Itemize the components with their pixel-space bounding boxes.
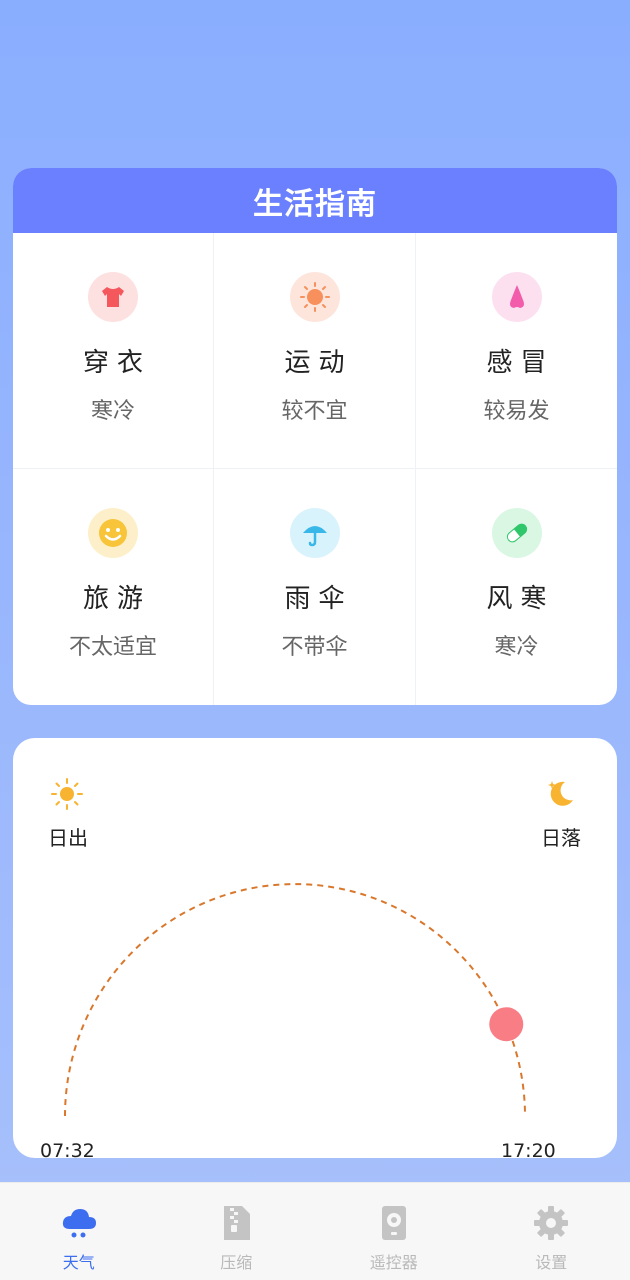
life-guide-card: 生活指南 穿衣 寒冷 运动 较不宜 感冒 较易发 旅游 不太适宜 雨伞 不带伞 … bbox=[13, 168, 617, 705]
tab-label: 压缩 bbox=[220, 1253, 253, 1272]
guide-item-title: 感冒 bbox=[486, 348, 555, 378]
life-guide-grid: 穿衣 寒冷 运动 较不宜 感冒 较易发 旅游 不太适宜 雨伞 不带伞 风寒 寒冷 bbox=[13, 233, 617, 705]
tab-settings[interactable]: 设置 bbox=[473, 1183, 630, 1280]
smile-icon bbox=[88, 508, 138, 558]
sun-position-marker bbox=[489, 1007, 524, 1042]
guide-item-cold[interactable]: 感冒 较易发 bbox=[416, 233, 617, 469]
gear-icon bbox=[534, 1206, 569, 1240]
guide-item-value: 较不宜 bbox=[281, 399, 348, 424]
guide-item-travel[interactable]: 旅游 不太适宜 bbox=[13, 469, 214, 705]
guide-item-sport[interactable]: 运动 较不宜 bbox=[214, 233, 416, 469]
shirt-icon bbox=[88, 272, 138, 322]
pill-icon bbox=[491, 508, 542, 558]
guide-item-value: 不太适宜 bbox=[68, 635, 157, 660]
remote-icon bbox=[381, 1206, 406, 1240]
sun-icon bbox=[289, 272, 340, 322]
cloud-icon bbox=[62, 1209, 96, 1238]
guide-item-clothing[interactable]: 穿衣 寒冷 bbox=[13, 233, 214, 469]
tab-label: 天气 bbox=[62, 1253, 95, 1272]
sunrise-sunset-card: 日出 日落 07:32 17:20 bbox=[13, 738, 617, 1162]
tab-label: 设置 bbox=[535, 1253, 568, 1272]
guide-item-value: 不带伞 bbox=[281, 635, 348, 660]
tab-label: 遥控器 bbox=[369, 1253, 418, 1272]
life-guide-title: 生活指南 bbox=[13, 168, 617, 233]
zip-file-icon bbox=[224, 1206, 251, 1240]
guide-item-title: 运动 bbox=[284, 348, 353, 378]
tab-weather[interactable]: 天气 bbox=[0, 1183, 158, 1280]
guide-item-title: 雨伞 bbox=[284, 584, 353, 614]
sunset-time: 17:20 bbox=[501, 1140, 556, 1162]
guide-item-umbrella[interactable]: 雨伞 不带伞 bbox=[214, 469, 416, 705]
guide-item-title: 穿衣 bbox=[82, 348, 151, 378]
umbrella-icon bbox=[289, 508, 340, 558]
sun-path-arc bbox=[64, 883, 526, 1117]
bottom-tab-bar: 天气 压缩 遥控器 设置 bbox=[0, 1182, 630, 1280]
tab-remote[interactable]: 遥控器 bbox=[315, 1183, 473, 1280]
guide-item-windchill[interactable]: 风寒 寒冷 bbox=[416, 469, 617, 705]
tab-compress[interactable]: 压缩 bbox=[158, 1183, 316, 1280]
guide-item-value: 较易发 bbox=[483, 399, 550, 424]
guide-item-title: 风寒 bbox=[486, 584, 555, 614]
sunrise-time: 07:32 bbox=[40, 1140, 95, 1162]
nose-icon bbox=[491, 272, 542, 322]
guide-item-value: 寒冷 bbox=[90, 399, 135, 424]
guide-item-title: 旅游 bbox=[82, 584, 151, 614]
guide-item-value: 寒冷 bbox=[494, 635, 539, 660]
